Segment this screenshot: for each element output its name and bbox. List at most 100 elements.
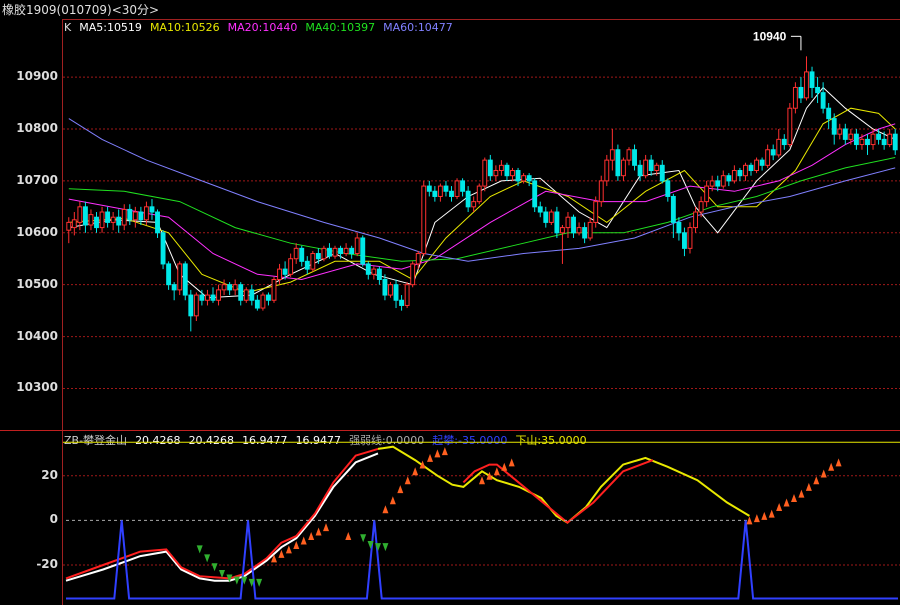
candle-body [437, 185, 443, 197]
candle-body [94, 216, 99, 229]
candle-body [277, 268, 282, 280]
candle-body [776, 138, 782, 156]
candle-body [432, 190, 438, 197]
buy-marker [441, 447, 448, 456]
candle-body [376, 268, 382, 280]
candle-body [693, 211, 698, 229]
candle-body [587, 221, 593, 239]
sell-marker [360, 534, 367, 543]
high-price-label: 10940 [753, 29, 787, 43]
candle-body [99, 211, 105, 229]
candle-body [149, 206, 155, 213]
candle-body [288, 258, 294, 275]
candle-body [559, 227, 565, 234]
candle-body [232, 284, 238, 291]
buy-marker [300, 536, 307, 545]
candle-body [498, 164, 504, 172]
buy-marker [389, 496, 396, 505]
buy-marker [813, 476, 820, 485]
candle-body [865, 138, 870, 146]
candle-body [315, 253, 321, 260]
candle-body [182, 263, 188, 296]
buy-marker [835, 458, 842, 467]
candle-body [887, 133, 893, 146]
candle-body [188, 294, 194, 317]
candle-body [526, 175, 532, 182]
candle-body [876, 133, 882, 140]
buy-marker [285, 545, 292, 554]
candle-body [682, 232, 687, 249]
candle-body [393, 284, 399, 301]
candle-body [709, 180, 715, 187]
sell-marker [233, 576, 240, 585]
candle-body [282, 268, 288, 275]
candle-body [204, 294, 210, 301]
sell-marker [382, 543, 389, 552]
candle-body [127, 208, 133, 221]
candle-body [582, 227, 588, 239]
candle-body [388, 284, 393, 296]
buy-marker [479, 476, 485, 485]
candle-body [698, 201, 704, 213]
candle-body [543, 211, 549, 223]
candle-body [132, 211, 138, 221]
candle-body [155, 211, 160, 234]
candle-body [537, 206, 543, 213]
buy-marker [278, 549, 285, 558]
buy-marker [493, 467, 500, 476]
candle-body [271, 278, 277, 301]
candle-body [310, 253, 316, 270]
candle-body [804, 71, 809, 99]
candle-body [659, 164, 665, 182]
candle-body [243, 289, 249, 301]
candle-body [454, 180, 460, 197]
candle-body [565, 216, 571, 229]
candle-body [615, 149, 621, 177]
candle-body [143, 206, 149, 221]
candle-body [304, 260, 310, 270]
candle-body [792, 86, 798, 109]
candle-body [199, 294, 205, 301]
candle-body [510, 170, 515, 177]
candle-body [715, 180, 721, 187]
buy-marker [805, 482, 812, 491]
candle-body [726, 175, 732, 182]
candle-body [842, 128, 848, 140]
candle-body [77, 206, 83, 223]
sell-marker [211, 563, 218, 572]
candle-body [765, 149, 771, 166]
sell-marker [196, 545, 203, 554]
buy-marker [783, 498, 790, 507]
candle-body [227, 284, 233, 291]
candle-body [443, 185, 449, 192]
buy-marker [508, 458, 515, 467]
ma-line-ma40 [68, 157, 896, 262]
candle-body [349, 247, 355, 255]
buy-marker [308, 532, 315, 541]
candle-body [737, 170, 743, 177]
candle-body [720, 175, 726, 187]
buy-marker [293, 540, 300, 549]
ma-line-ma20 [68, 123, 896, 281]
candle-body [449, 190, 454, 197]
candle-body [626, 149, 632, 161]
candle-body [837, 128, 843, 135]
candle-body [221, 284, 227, 291]
buy-marker [315, 527, 322, 536]
candle-body [632, 149, 637, 166]
indicator-line [66, 520, 898, 600]
price-chart[interactable]: 10940 [0, 0, 900, 605]
candle-body [365, 263, 371, 275]
candle-body [138, 211, 144, 221]
candle-body [848, 133, 854, 140]
candle-body [670, 195, 676, 223]
candle-body [787, 107, 793, 146]
candle-body [88, 214, 94, 226]
candle-body [637, 164, 643, 177]
candle-body [676, 221, 682, 234]
buy-marker [501, 462, 508, 471]
candle-body [249, 289, 255, 301]
candle-body [210, 294, 216, 301]
buy-marker [434, 449, 441, 458]
candle-body [515, 170, 521, 182]
